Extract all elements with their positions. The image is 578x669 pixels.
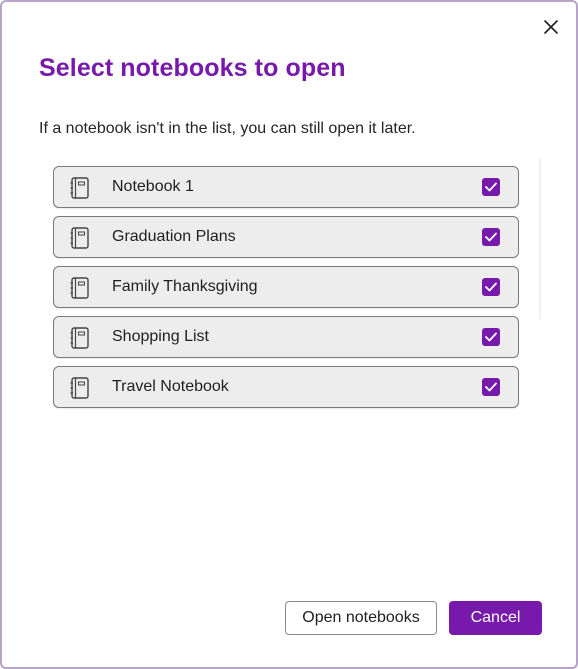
notebook-item[interactable]: Shopping List [53,316,519,358]
open-notebooks-button[interactable]: Open notebooks [285,601,437,635]
notebook-list: Notebook 1 Graduation Plans Family Thank… [53,166,519,416]
cancel-button[interactable]: Cancel [449,601,542,635]
notebook-label: Notebook 1 [112,178,194,195]
notebook-checkbox[interactable] [482,178,500,196]
notebook-icon [70,277,89,299]
notebook-checkbox[interactable] [482,378,500,396]
notebook-item[interactable]: Family Thanksgiving [53,266,519,308]
select-notebooks-dialog: Select notebooks to open If a notebook i… [0,0,578,669]
notebook-label: Travel Notebook [112,378,229,395]
notebook-label: Family Thanksgiving [112,278,258,295]
dialog-subtitle: If a notebook isn't in the list, you can… [39,120,416,137]
dialog-title: Select notebooks to open [39,54,346,82]
notebook-checkbox[interactable] [482,278,500,296]
notebook-icon [70,327,89,349]
notebook-item[interactable]: Notebook 1 [53,166,519,208]
notebook-icon [70,227,89,249]
checkmark-icon [485,282,497,292]
checkmark-icon [485,182,497,192]
notebook-icon [70,177,89,199]
close-button[interactable] [538,14,564,40]
checkmark-icon [485,232,497,242]
checkmark-icon [485,382,497,392]
list-scrollbar[interactable] [539,159,541,319]
close-icon [544,20,558,34]
checkmark-icon [485,332,497,342]
notebook-item[interactable]: Travel Notebook [53,366,519,408]
notebook-checkbox[interactable] [482,228,500,246]
notebook-icon [70,377,89,399]
notebook-label: Shopping List [112,328,209,345]
notebook-label: Graduation Plans [112,228,236,245]
notebook-checkbox[interactable] [482,328,500,346]
notebook-item[interactable]: Graduation Plans [53,216,519,258]
